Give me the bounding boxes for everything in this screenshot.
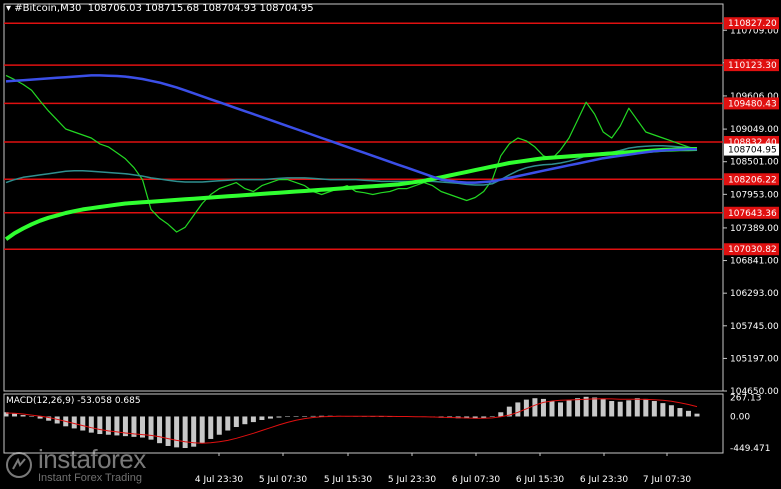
ohlc-values: 108706.03 108715.68 108704.93 108704.95: [87, 3, 314, 14]
y-tick-label-3: 109049.00: [730, 125, 779, 135]
macd-hist-bar-34: [293, 416, 299, 417]
y-tick-label-10: 105197.00: [730, 354, 779, 364]
macd-hist-bar-57: [489, 416, 495, 417]
macd-hist-bar-60: [515, 402, 521, 417]
y-tick-label-4: 108501.00: [730, 158, 779, 168]
x-tick-label-4: 6 Jul 07:30: [452, 475, 501, 485]
macd-hist-bar-31: [267, 416, 273, 419]
macd-hist-bar-73: [626, 400, 632, 417]
macd-hist-bar-76: [651, 401, 657, 417]
macd-hist-bar-26: [225, 416, 231, 431]
macd-hist-bar-29: [250, 416, 256, 423]
chevron-down-icon[interactable]: ▾: [6, 3, 11, 14]
logo-name: instaforex: [38, 444, 146, 474]
macd-hist-bar-58: [498, 412, 504, 417]
x-tick-label-6: 6 Jul 23:30: [580, 475, 629, 485]
macd-hist-bar-23: [199, 416, 205, 444]
ma-green-line: [4, 147, 698, 241]
level-label-0: 110827.20: [728, 19, 777, 29]
macd-hist-bar-19: [165, 416, 171, 446]
x-tick-label-5: 6 Jul 15:30: [516, 475, 565, 485]
macd-hist-bar-27: [233, 416, 239, 428]
watermark-logo: instaforex Instant Forex Trading: [6, 446, 146, 484]
x-tick-label-1: 5 Jul 07:30: [259, 475, 308, 485]
macd-hist-bar-78: [668, 405, 674, 417]
macd-hist-bar-64: [549, 401, 555, 417]
macd-hist-bar-21: [182, 416, 188, 449]
macd-hist-bar-35: [302, 416, 308, 417]
macd-header: MACD(12,26,9) -53.058 0.685: [6, 396, 141, 406]
macd-hist-bar-81: [694, 413, 700, 417]
macd-hist-bar-74: [634, 398, 640, 417]
y-tick-label-7: 106841.00: [730, 257, 779, 267]
instaforex-logo-icon: [6, 452, 32, 478]
y-tick-label-9: 105745.00: [730, 322, 779, 332]
macd-hist-bar-11: [97, 416, 103, 435]
logo-tagline: Instant Forex Trading: [38, 472, 142, 484]
symbol-timeframe: #Bitcoin,M30: [14, 3, 82, 14]
macd-hist-bar-62: [532, 398, 538, 417]
x-tick-label-3: 5 Jul 23:30: [388, 475, 437, 485]
macd-hist-bar-3: [29, 416, 35, 417]
macd-hist-bar-32: [276, 416, 282, 418]
macd-hist-bar-2: [20, 415, 26, 417]
macd-hist-bar-33: [285, 416, 291, 417]
macd-hist-bar-8: [71, 416, 77, 429]
x-tick-label-7: 7 Jul 07:30: [643, 475, 692, 485]
macd-hist-bar-71: [609, 401, 615, 417]
macd-hist-bar-28: [242, 416, 248, 425]
chart-header: ▾ #Bitcoin,M30 108706.03 108715.68 10870…: [6, 3, 314, 14]
ma-blue-line: [5, 74, 698, 184]
level-label-6: 107030.82: [728, 245, 777, 255]
macd-hist-bar-79: [677, 408, 683, 417]
level-label-1: 110123.30: [728, 61, 777, 71]
macd-hist-bar-30: [259, 416, 265, 420]
macd-hist-bar-63: [540, 398, 546, 417]
macd-y-tick-label-0: 267.13: [730, 394, 762, 404]
y-tick-label-6: 107389.00: [730, 224, 779, 234]
main-plot-frame: [3, 3, 724, 392]
level-label-5: 107643.36: [728, 209, 777, 219]
macd-hist-bar-12: [105, 416, 111, 435]
y-tick-label-8: 106293.00: [730, 289, 779, 299]
macd-hist-bar-36: [310, 415, 316, 417]
macd-hist-bar-80: [685, 410, 691, 417]
chart-window: 110709.00110165.00109606.00109049.001085…: [0, 0, 781, 489]
macd-hist-bar-66: [566, 400, 572, 417]
current-price-label: 108704.95: [728, 146, 777, 156]
macd-hist-bar-10: [88, 416, 94, 433]
x-tick-label-2: 5 Jul 15:30: [324, 475, 373, 485]
x-tick-label-0: 4 Jul 23:30: [195, 475, 244, 485]
macd-hist-bar-65: [558, 402, 564, 417]
macd-hist-bar-24: [208, 416, 214, 439]
chart-canvas[interactable]: 110709.00110165.00109606.00109049.001085…: [0, 0, 781, 489]
macd-hist-bar-72: [617, 401, 623, 417]
macd-hist-bar-1: [12, 413, 18, 417]
macd-hist-bar-75: [643, 398, 649, 417]
macd-y-tick-label-1: 0.00: [730, 412, 750, 422]
y-tick-label-5: 107953.00: [730, 190, 779, 200]
macd-hist-bar-20: [174, 416, 180, 448]
macd-hist-bar-18: [157, 416, 163, 444]
macd-y-tick-label-2: -449.471: [730, 444, 770, 454]
macd-hist-bar-67: [575, 398, 581, 417]
macd-hist-bar-9: [80, 416, 86, 431]
macd-hist-bar-69: [592, 397, 598, 417]
macd-hist-bar-77: [660, 403, 666, 417]
macd-hist-bar-25: [216, 416, 222, 435]
level-label-4: 108206.22: [728, 175, 777, 185]
level-label-2: 109480.43: [728, 99, 777, 109]
macd-hist-bar-70: [600, 398, 606, 417]
